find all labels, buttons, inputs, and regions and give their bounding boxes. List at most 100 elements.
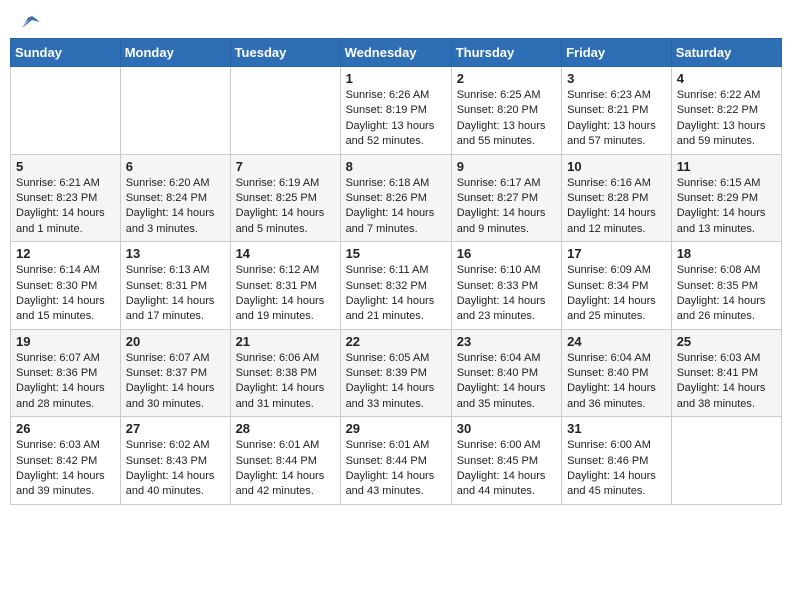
day-info: Sunrise: 6:03 AM Sunset: 8:42 PM Dayligh… [16,438,115,500]
day-info: Sunrise: 6:04 AM Sunset: 8:40 PM Dayligh… [457,351,556,413]
sunset: Sunset: 8:39 PM [346,367,427,379]
day-number: 20 [126,334,225,349]
day-cell: 14 Sunrise: 6:12 AM Sunset: 8:31 PM Dayl… [230,242,340,330]
day-number: 15 [346,246,446,261]
day-cell: 24 Sunrise: 6:04 AM Sunset: 8:40 PM Dayl… [562,329,672,417]
sunset: Sunset: 8:23 PM [16,192,97,204]
week-row-4: 19 Sunrise: 6:07 AM Sunset: 8:36 PM Dayl… [11,329,782,417]
day-cell: 18 Sunrise: 6:08 AM Sunset: 8:35 PM Dayl… [671,242,781,330]
day-number: 12 [16,246,115,261]
weekday-header-sunday: Sunday [11,39,121,67]
weekday-header-row: SundayMondayTuesdayWednesdayThursdayFrid… [11,39,782,67]
daylight: Daylight: 14 hours and 42 minutes. [236,470,325,497]
day-cell: 11 Sunrise: 6:15 AM Sunset: 8:29 PM Dayl… [671,154,781,242]
day-cell: 29 Sunrise: 6:01 AM Sunset: 8:44 PM Dayl… [340,417,451,505]
day-info: Sunrise: 6:11 AM Sunset: 8:32 PM Dayligh… [346,263,446,325]
sunrise: Sunrise: 6:18 AM [346,177,430,189]
day-cell: 5 Sunrise: 6:21 AM Sunset: 8:23 PM Dayli… [11,154,121,242]
day-info: Sunrise: 6:01 AM Sunset: 8:44 PM Dayligh… [236,438,335,500]
sunset: Sunset: 8:38 PM [236,367,317,379]
sunset: Sunset: 8:30 PM [16,280,97,292]
sunset: Sunset: 8:26 PM [346,192,427,204]
day-info: Sunrise: 6:01 AM Sunset: 8:44 PM Dayligh… [346,438,446,500]
daylight: Daylight: 14 hours and 12 minutes. [567,207,656,234]
page-header [10,10,782,30]
daylight: Daylight: 14 hours and 9 minutes. [457,207,546,234]
sunset: Sunset: 8:34 PM [567,280,648,292]
day-info: Sunrise: 6:15 AM Sunset: 8:29 PM Dayligh… [677,176,776,238]
day-info: Sunrise: 6:07 AM Sunset: 8:37 PM Dayligh… [126,351,225,413]
calendar-table: SundayMondayTuesdayWednesdayThursdayFrid… [10,38,782,505]
day-cell: 17 Sunrise: 6:09 AM Sunset: 8:34 PM Dayl… [562,242,672,330]
day-number: 19 [16,334,115,349]
day-cell: 3 Sunrise: 6:23 AM Sunset: 8:21 PM Dayli… [562,67,672,155]
sunrise: Sunrise: 6:12 AM [236,264,320,276]
week-row-2: 5 Sunrise: 6:21 AM Sunset: 8:23 PM Dayli… [11,154,782,242]
day-cell: 21 Sunrise: 6:06 AM Sunset: 8:38 PM Dayl… [230,329,340,417]
day-cell: 6 Sunrise: 6:20 AM Sunset: 8:24 PM Dayli… [120,154,230,242]
day-cell: 19 Sunrise: 6:07 AM Sunset: 8:36 PM Dayl… [11,329,121,417]
daylight: Daylight: 13 hours and 59 minutes. [677,120,766,147]
sunset: Sunset: 8:31 PM [236,280,317,292]
daylight: Daylight: 14 hours and 7 minutes. [346,207,435,234]
logo [14,14,40,26]
daylight: Daylight: 13 hours and 57 minutes. [567,120,656,147]
sunrise: Sunrise: 6:26 AM [346,89,430,101]
day-info: Sunrise: 6:22 AM Sunset: 8:22 PM Dayligh… [677,88,776,150]
sunrise: Sunrise: 6:00 AM [457,439,541,451]
sunset: Sunset: 8:36 PM [16,367,97,379]
sunset: Sunset: 8:28 PM [567,192,648,204]
sunrise: Sunrise: 6:01 AM [346,439,430,451]
day-cell: 13 Sunrise: 6:13 AM Sunset: 8:31 PM Dayl… [120,242,230,330]
day-number: 9 [457,159,556,174]
sunrise: Sunrise: 6:15 AM [677,177,761,189]
day-info: Sunrise: 6:04 AM Sunset: 8:40 PM Dayligh… [567,351,666,413]
sunset: Sunset: 8:42 PM [16,455,97,467]
sunrise: Sunrise: 6:04 AM [457,352,541,364]
day-cell [230,67,340,155]
day-info: Sunrise: 6:20 AM Sunset: 8:24 PM Dayligh… [126,176,225,238]
sunset: Sunset: 8:44 PM [346,455,427,467]
day-number: 21 [236,334,335,349]
daylight: Daylight: 14 hours and 45 minutes. [567,470,656,497]
day-cell: 2 Sunrise: 6:25 AM Sunset: 8:20 PM Dayli… [451,67,561,155]
logo-bird-icon [18,14,40,30]
day-cell: 30 Sunrise: 6:00 AM Sunset: 8:45 PM Dayl… [451,417,561,505]
day-number: 16 [457,246,556,261]
sunrise: Sunrise: 6:19 AM [236,177,320,189]
sunrise: Sunrise: 6:09 AM [567,264,651,276]
sunrise: Sunrise: 6:04 AM [567,352,651,364]
day-number: 5 [16,159,115,174]
day-info: Sunrise: 6:23 AM Sunset: 8:21 PM Dayligh… [567,88,666,150]
daylight: Daylight: 14 hours and 39 minutes. [16,470,105,497]
daylight: Daylight: 14 hours and 21 minutes. [346,295,435,322]
sunrise: Sunrise: 6:16 AM [567,177,651,189]
day-cell: 1 Sunrise: 6:26 AM Sunset: 8:19 PM Dayli… [340,67,451,155]
day-info: Sunrise: 6:05 AM Sunset: 8:39 PM Dayligh… [346,351,446,413]
weekday-header-thursday: Thursday [451,39,561,67]
sunset: Sunset: 8:41 PM [677,367,758,379]
day-info: Sunrise: 6:02 AM Sunset: 8:43 PM Dayligh… [126,438,225,500]
day-cell: 26 Sunrise: 6:03 AM Sunset: 8:42 PM Dayl… [11,417,121,505]
day-info: Sunrise: 6:09 AM Sunset: 8:34 PM Dayligh… [567,263,666,325]
day-cell: 23 Sunrise: 6:04 AM Sunset: 8:40 PM Dayl… [451,329,561,417]
day-number: 11 [677,159,776,174]
sunset: Sunset: 8:40 PM [567,367,648,379]
sunset: Sunset: 8:44 PM [236,455,317,467]
weekday-header-saturday: Saturday [671,39,781,67]
day-number: 18 [677,246,776,261]
day-cell: 16 Sunrise: 6:10 AM Sunset: 8:33 PM Dayl… [451,242,561,330]
daylight: Daylight: 14 hours and 5 minutes. [236,207,325,234]
daylight: Daylight: 14 hours and 13 minutes. [677,207,766,234]
sunset: Sunset: 8:32 PM [346,280,427,292]
daylight: Daylight: 13 hours and 52 minutes. [346,120,435,147]
sunset: Sunset: 8:45 PM [457,455,538,467]
sunrise: Sunrise: 6:05 AM [346,352,430,364]
daylight: Daylight: 14 hours and 3 minutes. [126,207,215,234]
sunset: Sunset: 8:29 PM [677,192,758,204]
sunset: Sunset: 8:40 PM [457,367,538,379]
sunset: Sunset: 8:37 PM [126,367,207,379]
day-cell [120,67,230,155]
sunrise: Sunrise: 6:21 AM [16,177,100,189]
daylight: Daylight: 14 hours and 44 minutes. [457,470,546,497]
